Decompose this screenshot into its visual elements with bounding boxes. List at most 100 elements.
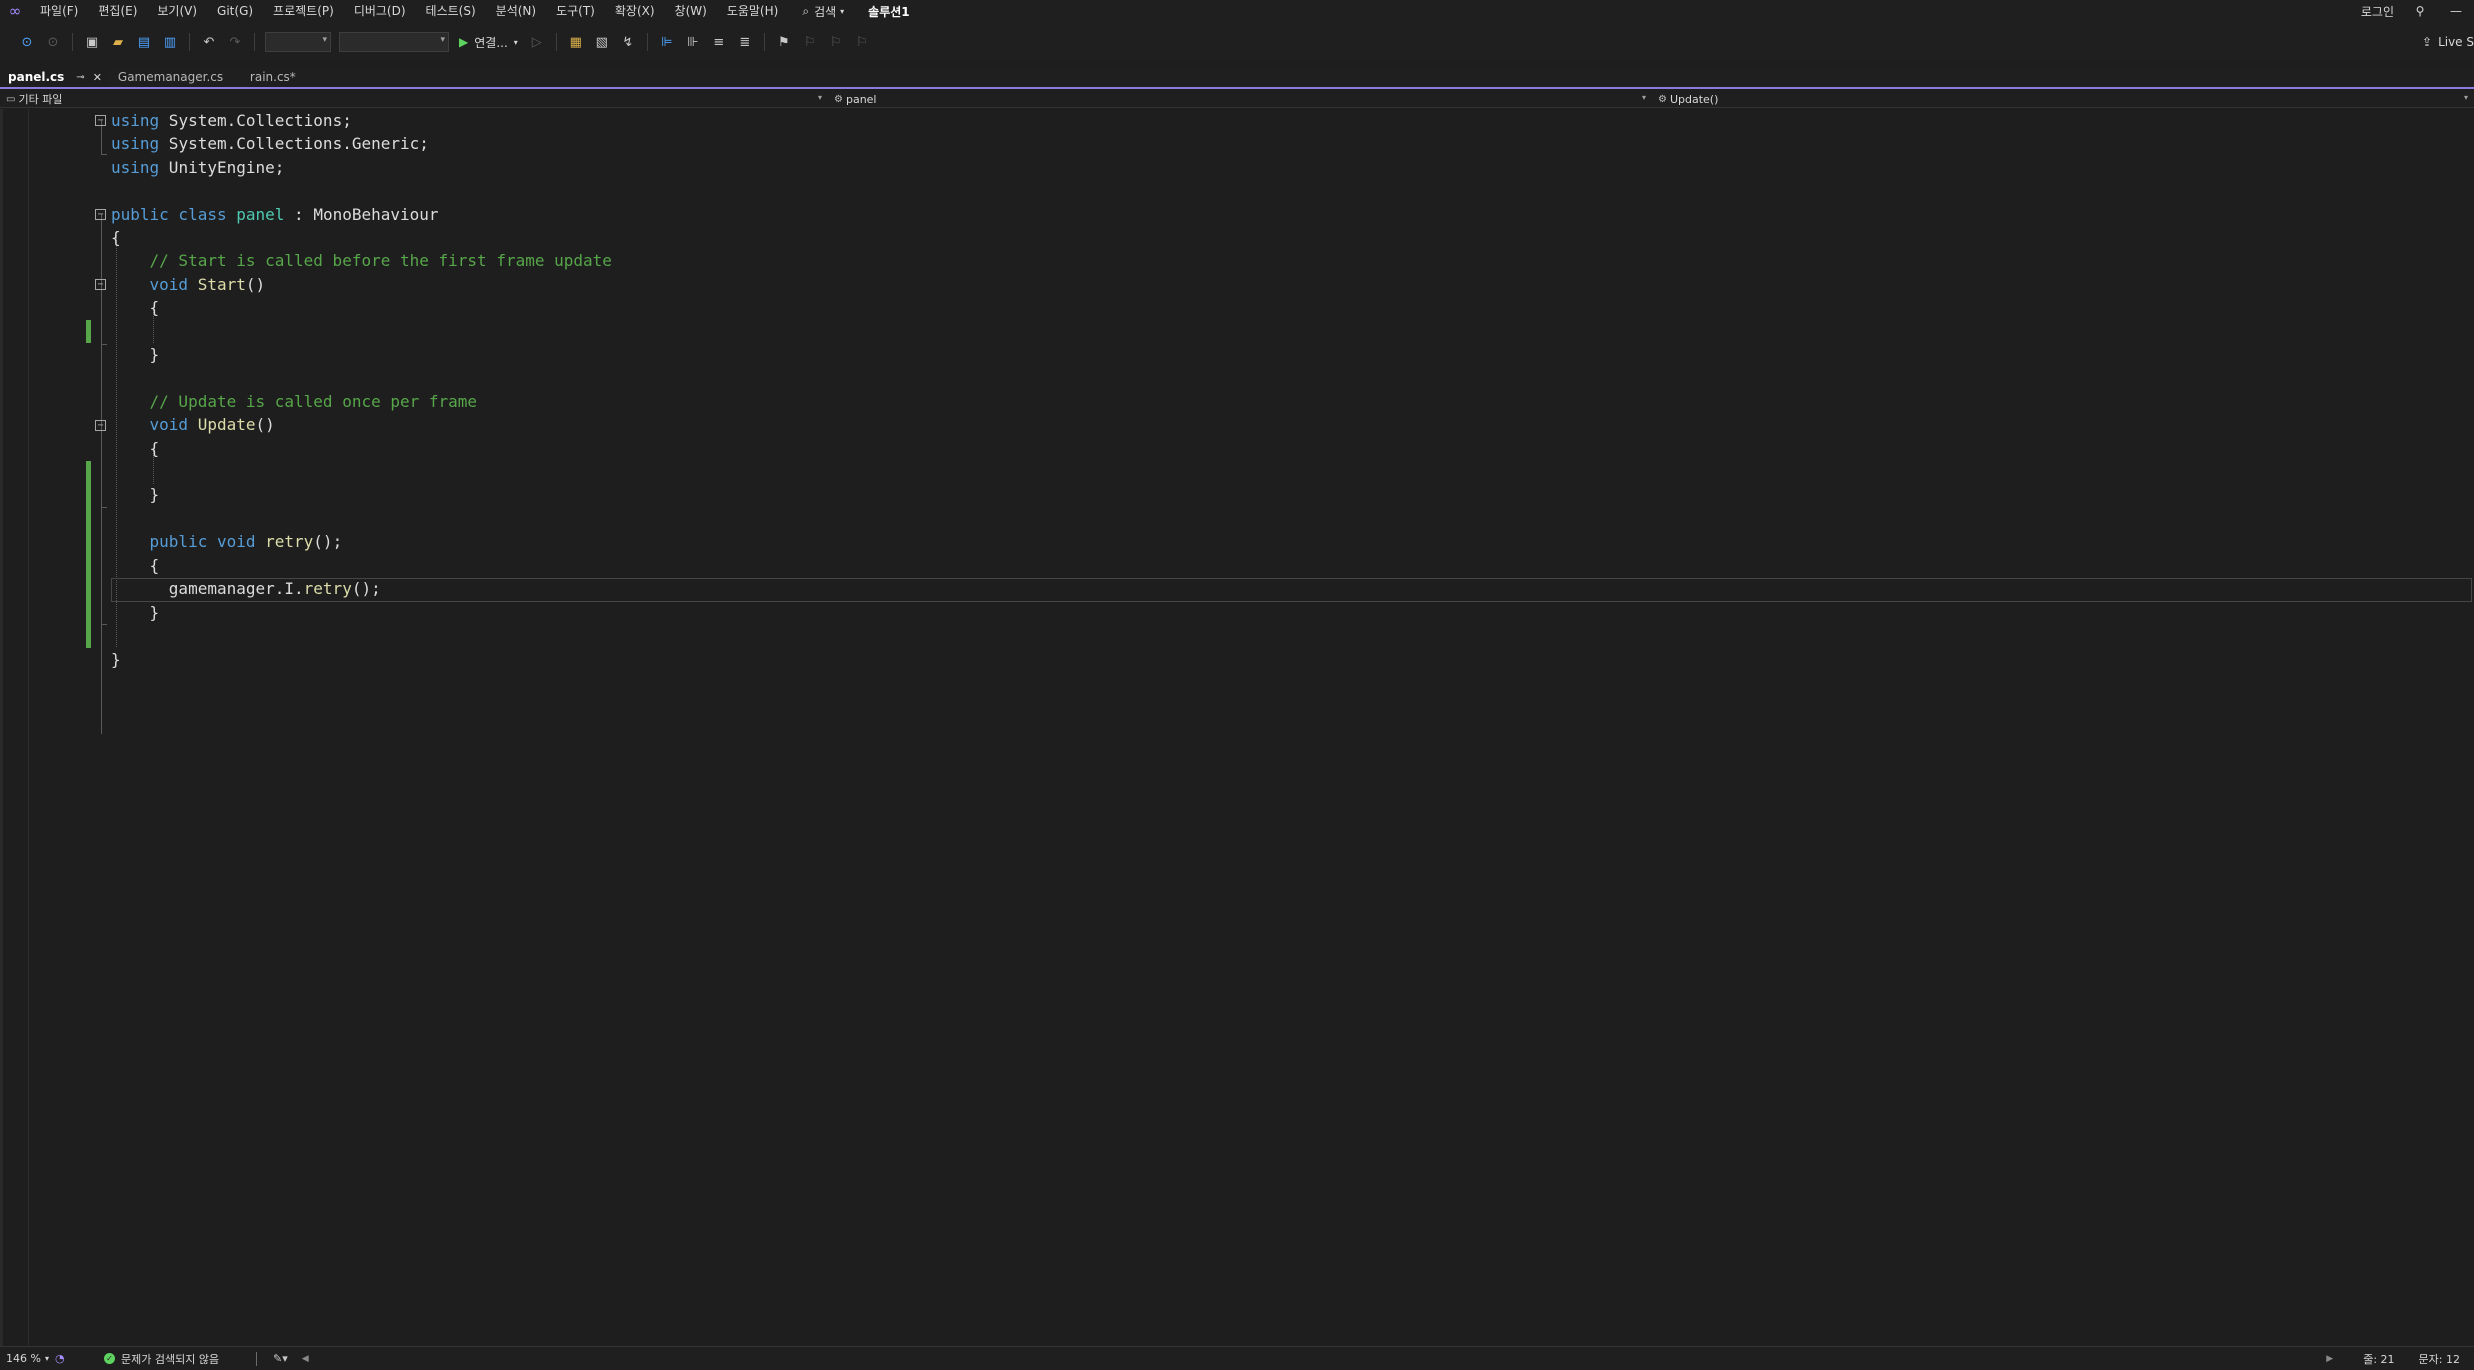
scroll-right-icon[interactable]: ▶ xyxy=(2326,1354,2333,1364)
issues-indicator[interactable]: ✓ 문제가 검색되지 않음 xyxy=(96,1351,256,1367)
change-indicator xyxy=(86,320,91,343)
redo-icon[interactable]: ↷ xyxy=(225,32,245,52)
search-button[interactable]: ⌕ 검색 ▾ xyxy=(788,3,858,20)
undo-icon[interactable]: ↶ xyxy=(199,32,219,52)
file-icon: ▭ xyxy=(6,93,16,105)
fold-tick xyxy=(101,507,107,508)
class-dropdown[interactable]: ⚙ panel ▾ xyxy=(828,91,1652,108)
fold-tick xyxy=(101,624,107,625)
line-number[interactable]: 줄: 21 xyxy=(2363,1351,2394,1367)
code-line[interactable]: void Start() xyxy=(111,273,266,296)
chevron-down-icon: ▾ xyxy=(817,92,822,102)
pin-icon[interactable]: ⊸ xyxy=(76,72,84,83)
status-bar-right: ▶ 줄: 21 문자: 12 xyxy=(2326,1347,2474,1370)
menu-item[interactable]: 보기(V) xyxy=(147,0,207,22)
tab-gamemanager-cs[interactable]: Gamemanager.cs xyxy=(110,67,250,87)
code-line[interactable]: void Update() xyxy=(111,413,275,436)
account-icon[interactable]: ⚲ xyxy=(2402,4,2438,18)
menu-item[interactable]: 파일(F) xyxy=(30,0,88,22)
back-navigate-icon[interactable]: ⊙ xyxy=(17,32,37,52)
code-token: void xyxy=(111,275,198,294)
toolbar-separator xyxy=(72,33,73,51)
visual-studio-logo-icon[interactable]: ∞ xyxy=(0,0,30,22)
code-token: // Start is called before the first fram… xyxy=(111,251,612,270)
code-line[interactable]: { xyxy=(111,296,160,319)
bookmark-icon[interactable]: ⚑ xyxy=(774,32,794,52)
menu-item[interactable]: 도구(T) xyxy=(546,0,605,22)
tab-rain-cs[interactable]: rain.cs* xyxy=(250,67,336,87)
live-share-button[interactable]: ⇪ Live S xyxy=(2422,22,2474,62)
hot-reload-icon[interactable]: ↯ xyxy=(618,32,638,52)
align-right-icon[interactable]: ⊪ xyxy=(683,32,703,52)
login-link[interactable]: 로그인 xyxy=(2353,3,2402,20)
forward-navigate-icon[interactable]: ⊙ xyxy=(43,32,63,52)
code-line[interactable]: { xyxy=(111,226,121,249)
column-number[interactable]: 문자: 12 xyxy=(2419,1351,2460,1367)
code-editor[interactable]: − − − − using System.Collections; using S… xyxy=(0,109,2474,1346)
code-line[interactable]: } xyxy=(111,343,160,366)
menu-item[interactable]: 편집(E) xyxy=(88,0,147,22)
menu-item[interactable]: 창(W) xyxy=(665,0,717,22)
toolbar-separator xyxy=(254,33,255,51)
platform-dropdown[interactable] xyxy=(339,32,449,52)
new-project-icon[interactable]: ▣ xyxy=(82,32,102,52)
clear-bookmarks-icon[interactable]: ⚐ xyxy=(852,32,872,52)
code-line[interactable]: // Update is called once per frame xyxy=(111,390,478,413)
minimize-button[interactable]: — xyxy=(2438,4,2474,18)
toolbar-separator xyxy=(763,33,765,51)
code-line[interactable]: using System.Collections; xyxy=(111,109,352,132)
window-layout-icon[interactable]: ▧ xyxy=(592,32,612,52)
menu-item[interactable]: 확장(X) xyxy=(605,0,665,22)
collapse-toggle[interactable]: − xyxy=(95,420,106,431)
menu-bar: ∞ 파일(F) 편집(E) 보기(V) Git(G) 프로젝트(P) 디버그(D) 테스트(… xyxy=(0,0,2474,22)
solution-explorer-icon[interactable]: ▦ xyxy=(566,32,586,52)
code-line[interactable]: public class panel : MonoBehaviour xyxy=(111,203,439,226)
code-line[interactable]: using System.Collections.Generic; xyxy=(111,132,429,155)
collapse-toggle[interactable]: − xyxy=(95,115,106,126)
menu-item[interactable]: 프로젝트(P) xyxy=(263,0,344,22)
code-line[interactable]: public void retry(); xyxy=(111,530,343,553)
code-line[interactable]: } xyxy=(111,648,121,671)
zoom-dropdown[interactable]: 146 % ▾ ◔ xyxy=(0,1352,96,1365)
menu-item[interactable]: 디버그(D) xyxy=(344,0,416,22)
code-token: System.Collections.Generic; xyxy=(159,134,429,153)
code-token: System.Collections; xyxy=(159,111,352,130)
search-icon: ⌕ xyxy=(802,3,810,18)
project-dropdown[interactable]: ▭ 기타 파일 ▾ xyxy=(0,91,828,108)
configuration-dropdown[interactable] xyxy=(265,32,331,52)
code-token: MonoBehaviour xyxy=(313,205,439,224)
code-token: Start xyxy=(197,275,246,294)
menu-item[interactable]: 테스트(S) xyxy=(416,0,486,22)
scroll-left-icon[interactable]: ◀ xyxy=(302,1354,309,1364)
run-button[interactable]: ▶ 연결... ▾ xyxy=(459,34,518,51)
save-icon[interactable]: ▤ xyxy=(134,32,154,52)
uncomment-icon[interactable]: ≣ xyxy=(735,32,755,52)
code-line[interactable]: } xyxy=(111,601,160,624)
run-without-debug-icon[interactable]: ▷ xyxy=(527,32,547,52)
collapse-toggle[interactable]: − xyxy=(95,209,106,220)
code-line[interactable]: { xyxy=(111,554,160,577)
close-icon[interactable]: ✕ xyxy=(93,71,102,84)
next-bookmark-icon[interactable]: ⚐ xyxy=(826,32,846,52)
collapse-toggle[interactable]: − xyxy=(95,279,106,290)
code-cleanup-icon[interactable]: ✎▾ xyxy=(273,1352,288,1365)
chevron-down-icon: ▾ xyxy=(2463,92,2468,102)
align-left-icon[interactable]: ⊫ xyxy=(657,32,677,52)
menu-item[interactable]: 도움말(H) xyxy=(717,0,789,22)
open-file-icon[interactable]: ▰ xyxy=(108,32,128,52)
menu-item[interactable]: 분석(N) xyxy=(486,0,546,22)
member-dropdown[interactable]: ⚙ Update() ▾ xyxy=(1652,91,2474,108)
code-token: } xyxy=(111,603,160,622)
comment-icon[interactable]: ≡ xyxy=(709,32,729,52)
code-line[interactable]: gamemanager.I.retry(); xyxy=(111,577,381,600)
menu-item[interactable]: Git(G) xyxy=(207,0,263,22)
tab-panel-cs[interactable]: panel.cs ⊸ ✕ xyxy=(0,67,110,87)
save-all-icon[interactable]: ▥ xyxy=(160,32,180,52)
copilot-icon[interactable]: ◔ xyxy=(55,1352,65,1365)
code-line[interactable]: using UnityEngine; xyxy=(111,156,284,179)
code-line[interactable]: { xyxy=(111,437,160,460)
fold-line xyxy=(101,284,102,344)
code-line[interactable]: // Start is called before the first fram… xyxy=(111,249,612,272)
code-line[interactable]: } xyxy=(111,483,160,506)
previous-bookmark-icon[interactable]: ⚐ xyxy=(800,32,820,52)
